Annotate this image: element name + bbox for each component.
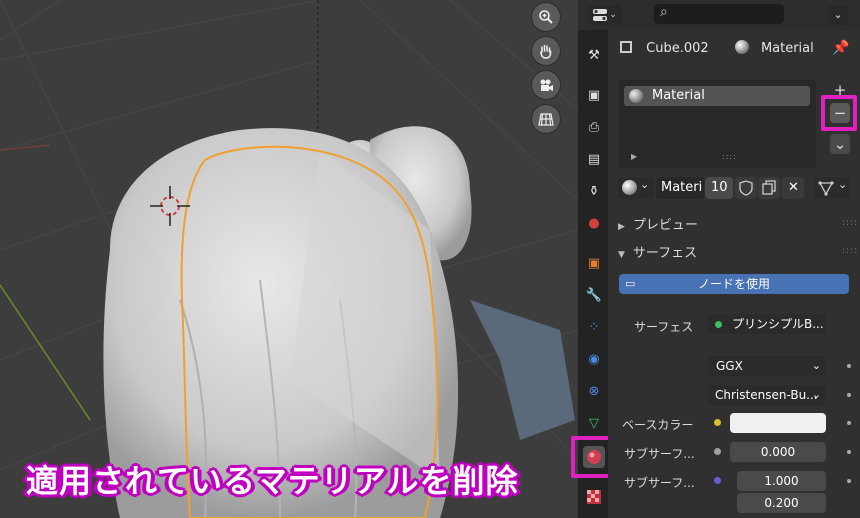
keyframe-dot-icon[interactable] — [847, 421, 851, 425]
mesh-link-icon — [818, 181, 834, 196]
subsurface-radius-x-field[interactable]: 1.000 — [737, 471, 826, 491]
use-nodes-button[interactable]: ▭ ノードを使用 — [619, 274, 849, 294]
constraints-tab-icon[interactable]: ⊗ — [583, 380, 605, 402]
node-icon: ▭ — [625, 277, 636, 290]
chevron-down-icon: ⌄ — [640, 178, 650, 191]
search-icon: ⌕ — [660, 4, 668, 20]
subsurface-radius-y-value: 0.200 — [764, 496, 799, 510]
surface-shader-value: プリンシプルB... — [732, 317, 824, 331]
chevron-down-icon: ⌄ — [838, 178, 848, 191]
shield-icon — [739, 180, 753, 196]
list-resize-handle[interactable]: :::: — [722, 152, 737, 161]
camera-icon[interactable] — [532, 71, 560, 99]
base-color-swatch[interactable] — [730, 413, 826, 433]
chevron-down-icon: ⌄ — [609, 10, 617, 20]
distribution-value: GGX — [716, 359, 743, 373]
list-item[interactable]: Material — [624, 86, 810, 106]
breadcrumb: Cube.002 Material — [620, 40, 814, 56]
panel-grip-icon[interactable]: :::: — [842, 246, 858, 256]
slot-label: Material — [652, 88, 705, 103]
shader-socket-icon — [715, 321, 722, 328]
fake-user-button[interactable] — [735, 177, 757, 199]
zoom-icon[interactable] — [532, 3, 560, 31]
viewport-scene — [0, 0, 578, 518]
world-tab-icon[interactable]: ● — [583, 212, 605, 234]
subsurface-method-value: Christensen-Bu... — [715, 388, 818, 402]
particles-tab-icon[interactable]: ⁘ — [583, 316, 605, 338]
render-tab-icon[interactable]: ▣ — [583, 84, 605, 106]
3d-viewport[interactable]: 適用されているマテリアルを削除 — [0, 0, 578, 518]
color-socket-icon — [714, 419, 721, 426]
duplicate-material-button[interactable] — [758, 177, 780, 199]
object-icon — [620, 41, 632, 53]
output-tab-icon[interactable]: ⎙ — [583, 116, 605, 138]
scene-tab-icon[interactable]: ⚱ — [583, 180, 605, 202]
vector-socket-icon — [714, 477, 721, 484]
collapsed-arrow-icon: ▶ — [618, 222, 625, 232]
texture-tab-icon[interactable] — [583, 486, 605, 508]
tool-tab-icon[interactable]: ⚒ — [583, 44, 605, 66]
subsurface-label: サブサーフ... — [624, 447, 695, 461]
surface-section-header[interactable]: ▼ サーフェス — [618, 242, 697, 261]
value-socket-icon — [714, 448, 721, 455]
panel-grip-icon[interactable]: :::: — [842, 218, 858, 228]
material-users-count[interactable]: 10 — [705, 177, 733, 199]
header-dropdown-button[interactable]: ⌄ — [828, 5, 848, 25]
keyframe-dot-icon[interactable] — [847, 479, 851, 483]
modifier-tab-icon[interactable]: 🔧 — [583, 284, 605, 306]
subsurface-radius-y-field[interactable]: 0.200 — [737, 493, 826, 513]
physics-tab-icon[interactable]: ◉ — [583, 348, 605, 370]
subsurface-method-dropdown[interactable]: Christensen-Bu... ⌄ — [708, 385, 826, 405]
material-name-text: Materi — [661, 180, 703, 195]
caption-text: 適用されているマテリアルを削除 — [26, 462, 519, 500]
chevron-down-icon: ⌄ — [811, 359, 821, 372]
keyframe-dot-icon[interactable] — [847, 393, 851, 397]
pin-icon[interactable]: 📌 — [832, 40, 849, 56]
preview-section-title: プレビュー — [632, 218, 698, 233]
keyframe-dot-icon[interactable] — [847, 450, 851, 454]
material-sphere-icon — [622, 180, 637, 195]
expanded-arrow-icon: ▼ — [618, 250, 625, 260]
data-tab-icon[interactable]: ▽ — [583, 412, 605, 434]
distribution-dropdown[interactable]: GGX ⌄ — [708, 356, 826, 376]
preview-section-header[interactable]: ▶ プレビュー — [618, 214, 698, 233]
view-layer-tab-icon[interactable]: ▤ — [583, 148, 605, 170]
list-expand-icon[interactable]: ▶ — [631, 152, 637, 161]
keyframe-dot-icon[interactable] — [847, 364, 851, 368]
use-nodes-label: ノードを使用 — [697, 277, 770, 291]
slot-specials-button[interactable]: ⌄ — [830, 134, 850, 154]
subsurface-value: 0.000 — [760, 445, 796, 459]
subsurface-radius-x-value: 1.000 — [764, 474, 799, 488]
link-mode-dropdown[interactable]: ⌄ — [814, 177, 850, 199]
properties-editor-icon[interactable]: ⌄ — [588, 5, 622, 25]
subsurface-radius-label: サブサーフ... — [624, 476, 695, 490]
chevron-down-icon: ⌄ — [811, 388, 821, 401]
subsurface-value-field[interactable]: 0.000 — [730, 442, 826, 462]
close-icon: ✕ — [788, 180, 799, 195]
material-name-field[interactable]: Materi — [656, 177, 704, 199]
breadcrumb-object-name: Cube.002 — [646, 41, 709, 56]
hand-pan-icon[interactable] — [532, 37, 560, 65]
remove-slot-highlight — [821, 95, 857, 131]
material-icon — [734, 40, 749, 54]
grid-icon[interactable] — [532, 105, 560, 133]
search-input[interactable]: ⌕ — [654, 4, 784, 24]
object-tab-icon[interactable]: ▣ — [583, 252, 605, 274]
surface-section-title: サーフェス — [632, 246, 698, 261]
users-count-text: 10 — [711, 180, 728, 195]
surface-label: サーフェス — [634, 320, 694, 334]
material-browse-button[interactable]: ⌄ — [618, 177, 654, 199]
copy-icon — [762, 180, 776, 195]
surface-shader-field[interactable]: プリンシプルB... — [708, 314, 826, 334]
breadcrumb-material-name: Material — [760, 41, 814, 56]
unlink-material-button[interactable]: ✕ — [782, 177, 804, 199]
base-color-label: ベースカラー — [622, 418, 694, 432]
material-sphere-icon — [629, 89, 643, 103]
